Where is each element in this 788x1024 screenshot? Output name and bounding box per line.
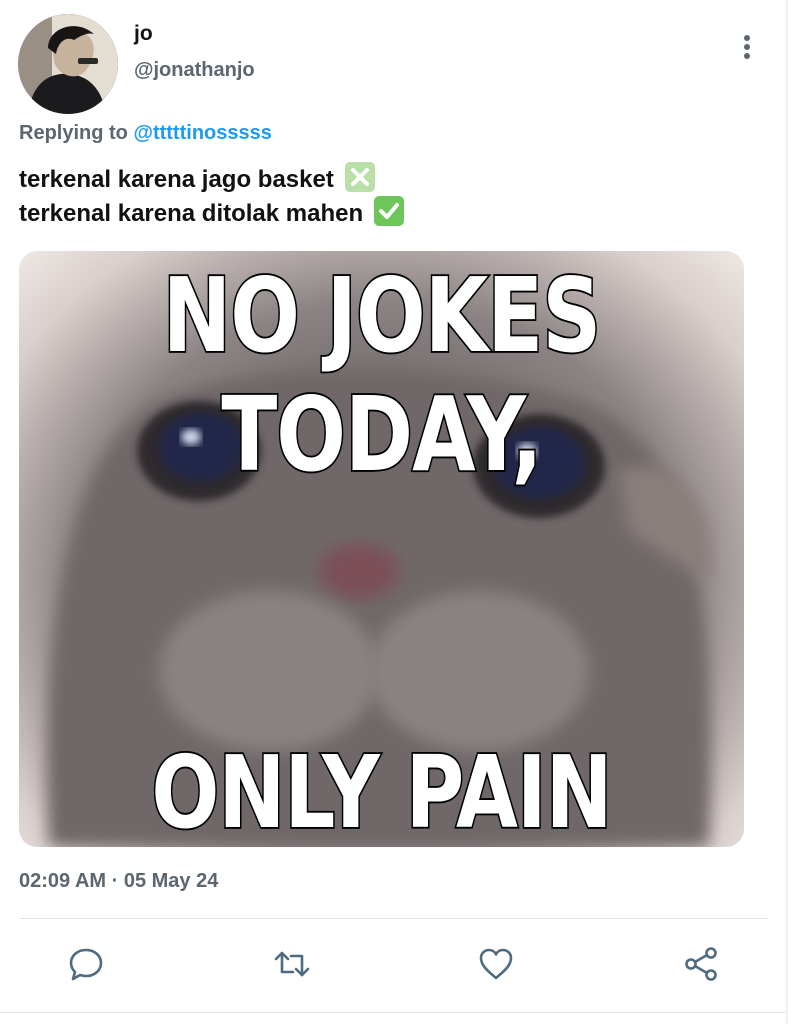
user-handle[interactable]: @jonathanjo — [134, 59, 255, 82]
check-mark-emoji-icon — [373, 196, 404, 226]
display-name[interactable]: jo — [134, 22, 153, 46]
tweet-line-1: terkenal karena jago basket — [19, 162, 404, 196]
avatar[interactable] — [18, 14, 118, 114]
tweet-line-2: terkenal karena ditolak mahen — [19, 196, 404, 230]
meme-top-caption: NO JOKES TODAY, — [161, 255, 603, 496]
reply-button[interactable] — [66, 944, 106, 984]
profile-photo-icon — [18, 14, 118, 114]
replying-to-label: Replying to — [19, 122, 128, 144]
tweet-timestamp[interactable]: 02:09 AM · 05 May 24 — [19, 870, 218, 893]
retweet-icon — [274, 951, 310, 977]
tweet-line-1-text: terkenal karena jago basket — [19, 166, 334, 193]
divider — [19, 918, 768, 919]
bottom-divider — [0, 1012, 788, 1013]
cross-mark-emoji-icon — [344, 162, 375, 192]
reply-mention-link[interactable]: @tttttinosssss — [133, 122, 271, 144]
tweet-card: jo @jonathanjo Replying to @tttttinossss… — [0, 0, 788, 1024]
share-icon — [685, 947, 717, 981]
tweet-media-image[interactable]: NO JOKES TODAY, ONLY PAIN — [19, 251, 744, 847]
meme-bottom-caption: ONLY PAIN — [150, 733, 614, 848]
tweet-line-2-text: terkenal karena ditolak mahen — [19, 200, 364, 227]
like-button[interactable] — [476, 944, 516, 984]
speech-bubble-icon — [69, 948, 103, 981]
tweet-text: terkenal karena jago basket terkenal kar… — [19, 162, 404, 230]
retweet-button[interactable] — [272, 944, 312, 984]
share-button[interactable] — [682, 944, 722, 984]
replying-to: Replying to @tttttinosssss — [19, 122, 272, 145]
more-options-icon[interactable] — [736, 32, 758, 62]
heart-icon — [479, 948, 513, 980]
